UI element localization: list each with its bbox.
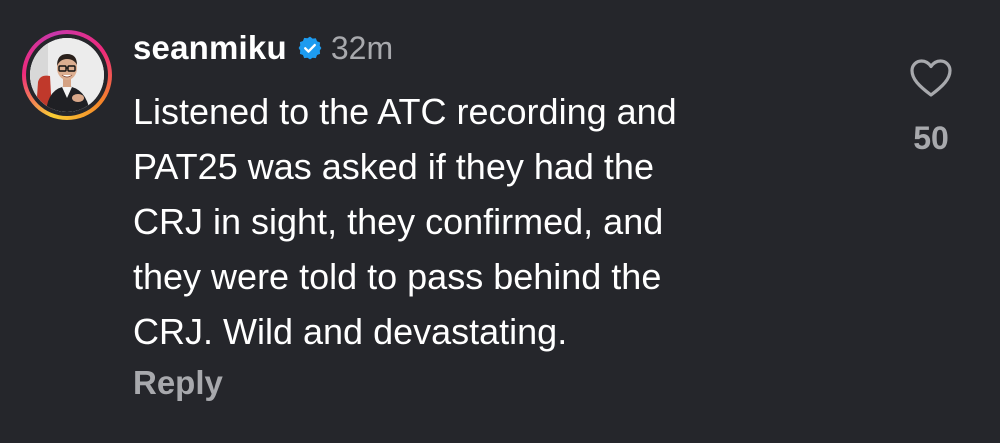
avatar-photo bbox=[30, 38, 104, 112]
avatar[interactable] bbox=[22, 30, 112, 120]
username[interactable]: seanmiku bbox=[133, 29, 287, 67]
comment: seanmiku 32m Listened to the ATC recordi… bbox=[0, 0, 1000, 443]
comment-content: seanmiku 32m Listened to the ATC recordi… bbox=[133, 26, 853, 359]
comment-text: Listened to the ATC recording and PAT25 … bbox=[133, 91, 677, 352]
heart-icon[interactable] bbox=[909, 58, 953, 98]
like-count: 50 bbox=[913, 120, 949, 156]
verified-badge-icon bbox=[297, 35, 323, 61]
comment-header: seanmiku 32m bbox=[133, 26, 853, 70]
reply-button[interactable]: Reply bbox=[133, 364, 223, 402]
like-area: 50 bbox=[900, 58, 962, 157]
timestamp: 32m bbox=[330, 29, 394, 66]
